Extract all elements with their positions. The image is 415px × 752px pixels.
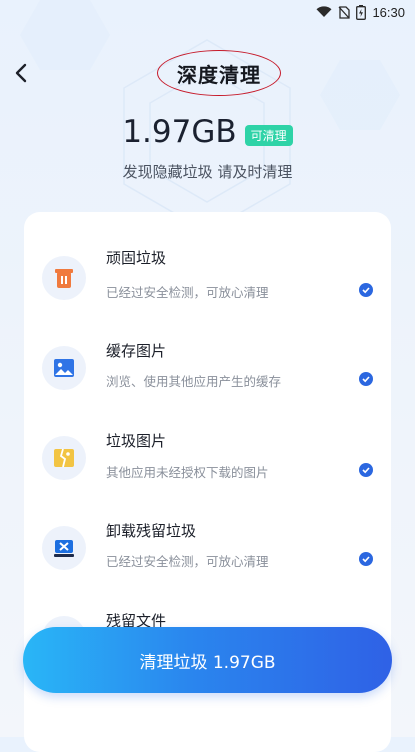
broken-image-icon (42, 436, 86, 480)
item-name: 顽固垃圾 (106, 249, 167, 267)
status-bar: 16:30 (0, 0, 415, 24)
list-item-junk-images[interactable]: 垃圾图片 其他应用未经授权下载的图片 (24, 422, 391, 512)
summary-subtitle: 发现隐藏垃圾 请及时清理 (122, 163, 293, 181)
cleanable-badge: 可清理 (244, 124, 293, 146)
clock: 16:30 (372, 4, 405, 20)
list-item-uninstall-residue[interactable]: 卸载残留垃圾 已经过安全检测，可放心清理 (24, 512, 391, 602)
list-item-cached-images[interactable]: 缓存图片 浏览、使用其他应用产生的缓存 (24, 332, 391, 422)
red-annotation-ellipse (157, 50, 281, 96)
page-title-wrapper: 深度清理 (157, 50, 281, 96)
checkmark-icon[interactable] (359, 463, 373, 477)
list-item-stubborn-junk[interactable]: 顽固垃圾 已经过安全检测，可放心清理 (24, 242, 391, 332)
chevron-left-icon (15, 63, 27, 83)
item-name: 缓存图片 (106, 342, 167, 360)
image-icon (42, 346, 86, 390)
checkmark-icon[interactable] (359, 283, 373, 297)
wifi-icon (316, 6, 332, 17)
checkmark-icon[interactable] (359, 372, 373, 386)
uninstall-box-icon (42, 526, 86, 570)
back-button[interactable] (8, 58, 34, 88)
item-description: 已经过安全检测，可放心清理 (106, 554, 269, 569)
item-description: 其他应用未经授权下载的图片 (106, 465, 269, 480)
battery-charging-icon (356, 4, 367, 20)
junk-size-row: 1.97GB 可清理 (0, 114, 415, 150)
trash-bin-icon (42, 256, 86, 300)
junk-size-value: 1.97GB (122, 114, 237, 150)
item-name: 垃圾图片 (106, 432, 167, 450)
item-description: 已经过安全检测，可放心清理 (106, 285, 269, 300)
no-sim-icon (338, 5, 351, 19)
item-description: 浏览、使用其他应用产生的缓存 (106, 374, 282, 389)
clean-junk-button[interactable]: 清理垃圾 1.97GB (23, 627, 392, 693)
item-name: 卸载残留垃圾 (106, 522, 197, 540)
checkmark-icon[interactable] (359, 552, 373, 566)
